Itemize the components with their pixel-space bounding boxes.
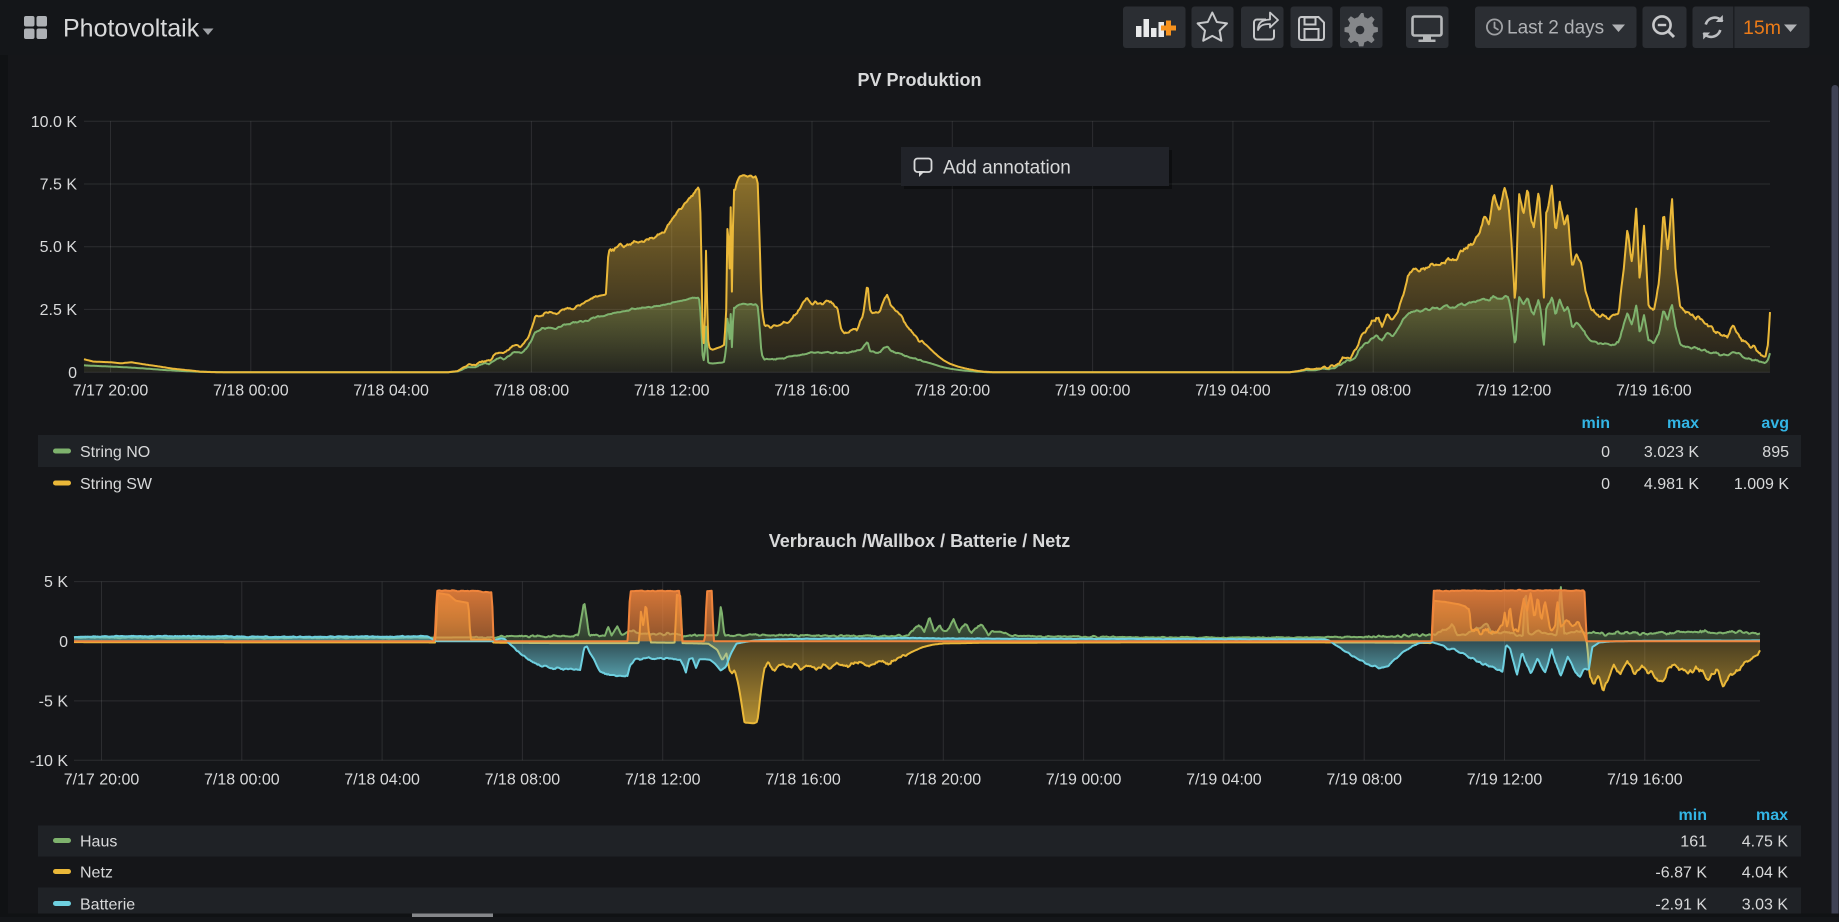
svg-text:-10 K: -10 K <box>30 753 69 770</box>
svg-text:min: min <box>1679 807 1707 824</box>
svg-text:7/19 04:00: 7/19 04:00 <box>1186 772 1262 789</box>
svg-text:5 K: 5 K <box>44 574 68 591</box>
svg-text:Last 2 days: Last 2 days <box>1507 18 1604 39</box>
svg-text:max: max <box>1667 415 1699 432</box>
svg-text:0: 0 <box>1601 476 1610 493</box>
svg-text:7/19 00:00: 7/19 00:00 <box>1046 772 1122 789</box>
svg-text:1.009 K: 1.009 K <box>1734 476 1789 493</box>
svg-text:0: 0 <box>1601 444 1610 461</box>
svg-text:3.03 K: 3.03 K <box>1742 897 1789 914</box>
svg-text:7/17 20:00: 7/17 20:00 <box>73 383 149 400</box>
svg-text:7/18 08:00: 7/18 08:00 <box>485 772 561 789</box>
svg-text:Netz: Netz <box>80 865 113 882</box>
svg-text:15m: 15m <box>1743 17 1781 39</box>
svg-text:7.5 K: 7.5 K <box>40 177 78 194</box>
svg-text:7/19 04:00: 7/19 04:00 <box>1195 383 1271 400</box>
svg-text:7/18 08:00: 7/18 08:00 <box>494 383 570 400</box>
svg-text:Verbrauch /Wallbox / Batterie: Verbrauch /Wallbox / Batterie / Netz <box>769 531 1070 551</box>
svg-text:5.0 K: 5.0 K <box>40 239 78 256</box>
svg-text:7/18 00:00: 7/18 00:00 <box>204 772 280 789</box>
svg-text:String SW: String SW <box>80 476 153 493</box>
svg-text:7/18 20:00: 7/18 20:00 <box>914 383 990 400</box>
svg-text:Haus: Haus <box>80 834 117 851</box>
svg-text:4.981 K: 4.981 K <box>1644 476 1699 493</box>
svg-text:7/18 20:00: 7/18 20:00 <box>905 772 981 789</box>
svg-text:7/19 12:00: 7/19 12:00 <box>1476 383 1552 400</box>
svg-text:7/17 20:00: 7/17 20:00 <box>64 772 140 789</box>
svg-text:0: 0 <box>68 365 77 382</box>
svg-text:Add annotation: Add annotation <box>943 158 1071 179</box>
svg-text:7/19 08:00: 7/19 08:00 <box>1326 772 1402 789</box>
svg-text:7/18 12:00: 7/18 12:00 <box>634 383 710 400</box>
svg-text:161: 161 <box>1680 834 1707 851</box>
svg-text:avg: avg <box>1761 415 1789 432</box>
svg-text:4.04 K: 4.04 K <box>1742 865 1789 882</box>
svg-text:2.5 K: 2.5 K <box>40 302 78 319</box>
svg-text:7/18 00:00: 7/18 00:00 <box>213 383 289 400</box>
svg-text:7/18 12:00: 7/18 12:00 <box>625 772 701 789</box>
svg-text:min: min <box>1582 415 1610 432</box>
svg-text:7/19 16:00: 7/19 16:00 <box>1607 772 1683 789</box>
svg-text:PV Produktion: PV Produktion <box>857 70 981 90</box>
svg-text:Batterie: Batterie <box>80 897 135 914</box>
svg-text:10.0 K: 10.0 K <box>31 114 78 131</box>
svg-text:895: 895 <box>1762 444 1789 461</box>
svg-text:7/19 08:00: 7/19 08:00 <box>1335 383 1411 400</box>
svg-text:-5 K: -5 K <box>39 693 69 710</box>
svg-text:7/18 04:00: 7/18 04:00 <box>353 383 429 400</box>
svg-text:7/19 12:00: 7/19 12:00 <box>1467 772 1543 789</box>
svg-text:max: max <box>1756 807 1788 824</box>
svg-text:3.023 K: 3.023 K <box>1644 444 1699 461</box>
svg-text:7/18 16:00: 7/18 16:00 <box>774 383 850 400</box>
svg-text:7/19 00:00: 7/19 00:00 <box>1055 383 1131 400</box>
svg-text:0: 0 <box>59 634 68 651</box>
svg-text:-2.91 K: -2.91 K <box>1655 897 1707 914</box>
svg-text:String NO: String NO <box>80 444 150 461</box>
svg-text:Photovoltaik: Photovoltaik <box>63 15 200 43</box>
svg-text:4.75 K: 4.75 K <box>1742 834 1789 851</box>
svg-text:7/19 16:00: 7/19 16:00 <box>1616 383 1692 400</box>
svg-text:7/18 16:00: 7/18 16:00 <box>765 772 841 789</box>
svg-text:-6.87 K: -6.87 K <box>1655 865 1707 882</box>
svg-text:7/18 04:00: 7/18 04:00 <box>344 772 420 789</box>
